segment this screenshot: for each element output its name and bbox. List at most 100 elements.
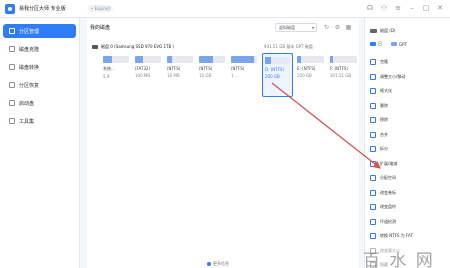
partition-usage-bar xyxy=(135,56,161,63)
merge-icon xyxy=(370,131,376,138)
partition-usage-bar xyxy=(297,56,324,63)
maximize-icon[interactable]: □ xyxy=(422,4,430,12)
partition-usage-fill xyxy=(330,56,333,63)
action-label: 改变卷标 xyxy=(380,189,396,195)
legend-swatch xyxy=(391,42,397,46)
partition-usage-fill xyxy=(103,56,113,63)
headset-icon[interactable]: ☊ xyxy=(366,4,374,12)
sidebar-item-label: 磁盘转换 xyxy=(19,64,40,71)
action-surface-test[interactable]: 坏道检测 xyxy=(370,215,448,230)
virtual-disk-select-label: 虚拟磁盘 xyxy=(279,25,295,30)
action-label: 擦除 xyxy=(380,117,388,123)
convert-icon xyxy=(9,64,15,70)
action-wipe[interactable]: 擦除 xyxy=(370,113,448,128)
partition-label: (NTFS) xyxy=(231,66,245,71)
partition-size: 200 GB xyxy=(265,74,280,79)
close-icon[interactable]: ✕ xyxy=(436,4,444,12)
operations-panel: 磁盘 (D) 已 GPT 克隆 调整大小/移动 格式化 删除 擦除 合并 拆分 … xyxy=(364,18,450,268)
partition-size: 5.9 xyxy=(103,74,110,79)
toolbox-icon xyxy=(9,118,15,124)
action-label: 改变盘符 xyxy=(380,204,396,210)
format-icon xyxy=(370,88,376,95)
partition-block[interactable]: (FAT32) 100 MB xyxy=(133,53,163,97)
partition-usage-fill xyxy=(265,57,272,64)
convert-icon xyxy=(370,233,376,240)
partition-block[interactable]: 系统... 5.9 xyxy=(101,53,131,97)
legend-item: GPT xyxy=(391,41,407,47)
page-title: 我的磁盘 xyxy=(90,25,111,31)
disk-name-text: 磁盘 0 xyxy=(101,44,113,49)
sidebar-item-boot-disk[interactable]: 启动盘 xyxy=(3,96,76,110)
partition-size: 100 MB xyxy=(135,73,151,78)
partition-usage-fill xyxy=(231,56,255,63)
action-resize-move[interactable]: 调整大小/移动 xyxy=(370,70,448,85)
grid-view-icon[interactable]: ▦ xyxy=(345,24,352,31)
selected-disk-header: 磁盘 (D) xyxy=(370,28,395,34)
action-clone[interactable]: 克隆 xyxy=(370,55,448,70)
partition-label: 系统... xyxy=(103,66,115,71)
action-merge[interactable]: 合并 xyxy=(370,128,448,143)
extend-icon xyxy=(370,160,376,167)
refresh-icon[interactable]: ↻ xyxy=(323,24,330,31)
more-info-label: 更多信息 xyxy=(213,261,229,266)
app-logo-icon xyxy=(5,4,15,14)
legend: 已 GPT xyxy=(370,41,407,47)
partition-block[interactable]: (NTFS) 10 GB xyxy=(197,53,227,97)
partition-size: 10 GB xyxy=(199,73,212,78)
disk-header[interactable]: 磁盘 0 (Samsung SSD 970 EVO 1TB ) 931.51 G… xyxy=(92,44,354,51)
sidebar: 分区管理 磁盘克隆 磁盘转换 分区恢复 启动盘 工具集 xyxy=(0,18,80,268)
watermark: 百 水 网 xyxy=(363,251,435,268)
action-extend-shrink[interactable]: 扩展/缩减 xyxy=(370,157,448,172)
virtual-disk-select[interactable]: 虚拟磁盘 ▾ xyxy=(275,23,317,32)
partition-block[interactable]: (NTFS) 1 ... xyxy=(229,53,259,97)
more-info-link[interactable]: 更多信息 xyxy=(207,261,229,267)
recover-icon xyxy=(9,82,15,88)
sidebar-item-label: 分区管理 xyxy=(19,28,40,35)
drive-letter-icon xyxy=(370,204,376,211)
action-label: 合并 xyxy=(380,131,388,137)
partition-block[interactable]: (NTFS) 16 MB xyxy=(165,53,195,97)
partition-map: 系统... 5.9 (FAT32) 100 MB (NTFS) 16 MB (N… xyxy=(101,53,359,99)
title-bar: 易我分区大师 专业版 • Expired ☊ ⚇ ≡ – □ ✕ xyxy=(0,0,450,18)
clone-icon xyxy=(370,59,376,66)
action-label: 转换 NTFS 为 FAT xyxy=(380,233,413,239)
partition-usage-bar xyxy=(199,56,225,63)
action-allocate-space[interactable]: 分配空间 xyxy=(370,171,448,186)
license-status-badge[interactable]: • Expired xyxy=(88,5,113,12)
action-split[interactable]: 拆分 xyxy=(370,142,448,157)
legend-label: GPT xyxy=(399,41,407,47)
action-format[interactable]: 格式化 xyxy=(370,84,448,99)
bootdisk-icon xyxy=(9,100,15,106)
partition-block-selected[interactable]: D: (NTFS) 200 GB xyxy=(262,53,293,97)
partition-usage-bar xyxy=(167,56,193,63)
info-dot-icon xyxy=(207,262,211,266)
action-change-label[interactable]: 改变卷标 xyxy=(370,186,448,201)
action-label: 调整大小/移动 xyxy=(380,73,406,79)
action-convert-ntfs-fat[interactable]: 转换 NTFS 为 FAT xyxy=(370,229,448,244)
sidebar-item-partition-manager[interactable]: 分区管理 xyxy=(3,24,76,38)
user-icon[interactable]: ⚇ xyxy=(380,4,388,12)
menu-icon[interactable]: ≡ xyxy=(394,4,402,12)
minimize-icon[interactable]: – xyxy=(408,4,416,12)
partition-label: (NTFS) xyxy=(199,66,213,71)
main-panel: 我的磁盘 虚拟磁盘 ▾ ↻ ⚙ ▦ 磁盘 0 (Samsung SSD 970 … xyxy=(87,18,359,268)
action-change-drive-letter[interactable]: 改变盘符 xyxy=(370,200,448,215)
label-icon xyxy=(370,189,376,196)
legend-swatch xyxy=(370,42,376,46)
selected-disk-label: 磁盘 (D) xyxy=(380,28,396,33)
partition-size: 200 GB xyxy=(297,73,312,78)
partition-block[interactable]: E: (NTFS) 200 GB xyxy=(295,53,326,97)
partition-label: (NTFS) xyxy=(167,66,181,71)
action-delete[interactable]: 删除 xyxy=(370,99,448,114)
wipe-icon xyxy=(370,117,376,124)
disk-icon xyxy=(370,29,377,33)
sidebar-item-disk-convert[interactable]: 磁盘转换 xyxy=(3,60,76,74)
sidebar-item-partition-recovery[interactable]: 分区恢复 xyxy=(3,78,76,92)
sidebar-item-label: 分区恢复 xyxy=(19,82,40,89)
partition-block[interactable]: F: (NTFS) 301.51 GB xyxy=(328,53,359,97)
sidebar-item-toolbox[interactable]: 工具集 xyxy=(3,114,76,128)
sidebar-item-label: 磁盘克隆 xyxy=(19,46,40,53)
settings-icon[interactable]: ⚙ xyxy=(334,24,341,31)
partition-usage-bar xyxy=(103,56,129,63)
sidebar-item-disk-clone[interactable]: 磁盘克隆 xyxy=(3,42,76,56)
